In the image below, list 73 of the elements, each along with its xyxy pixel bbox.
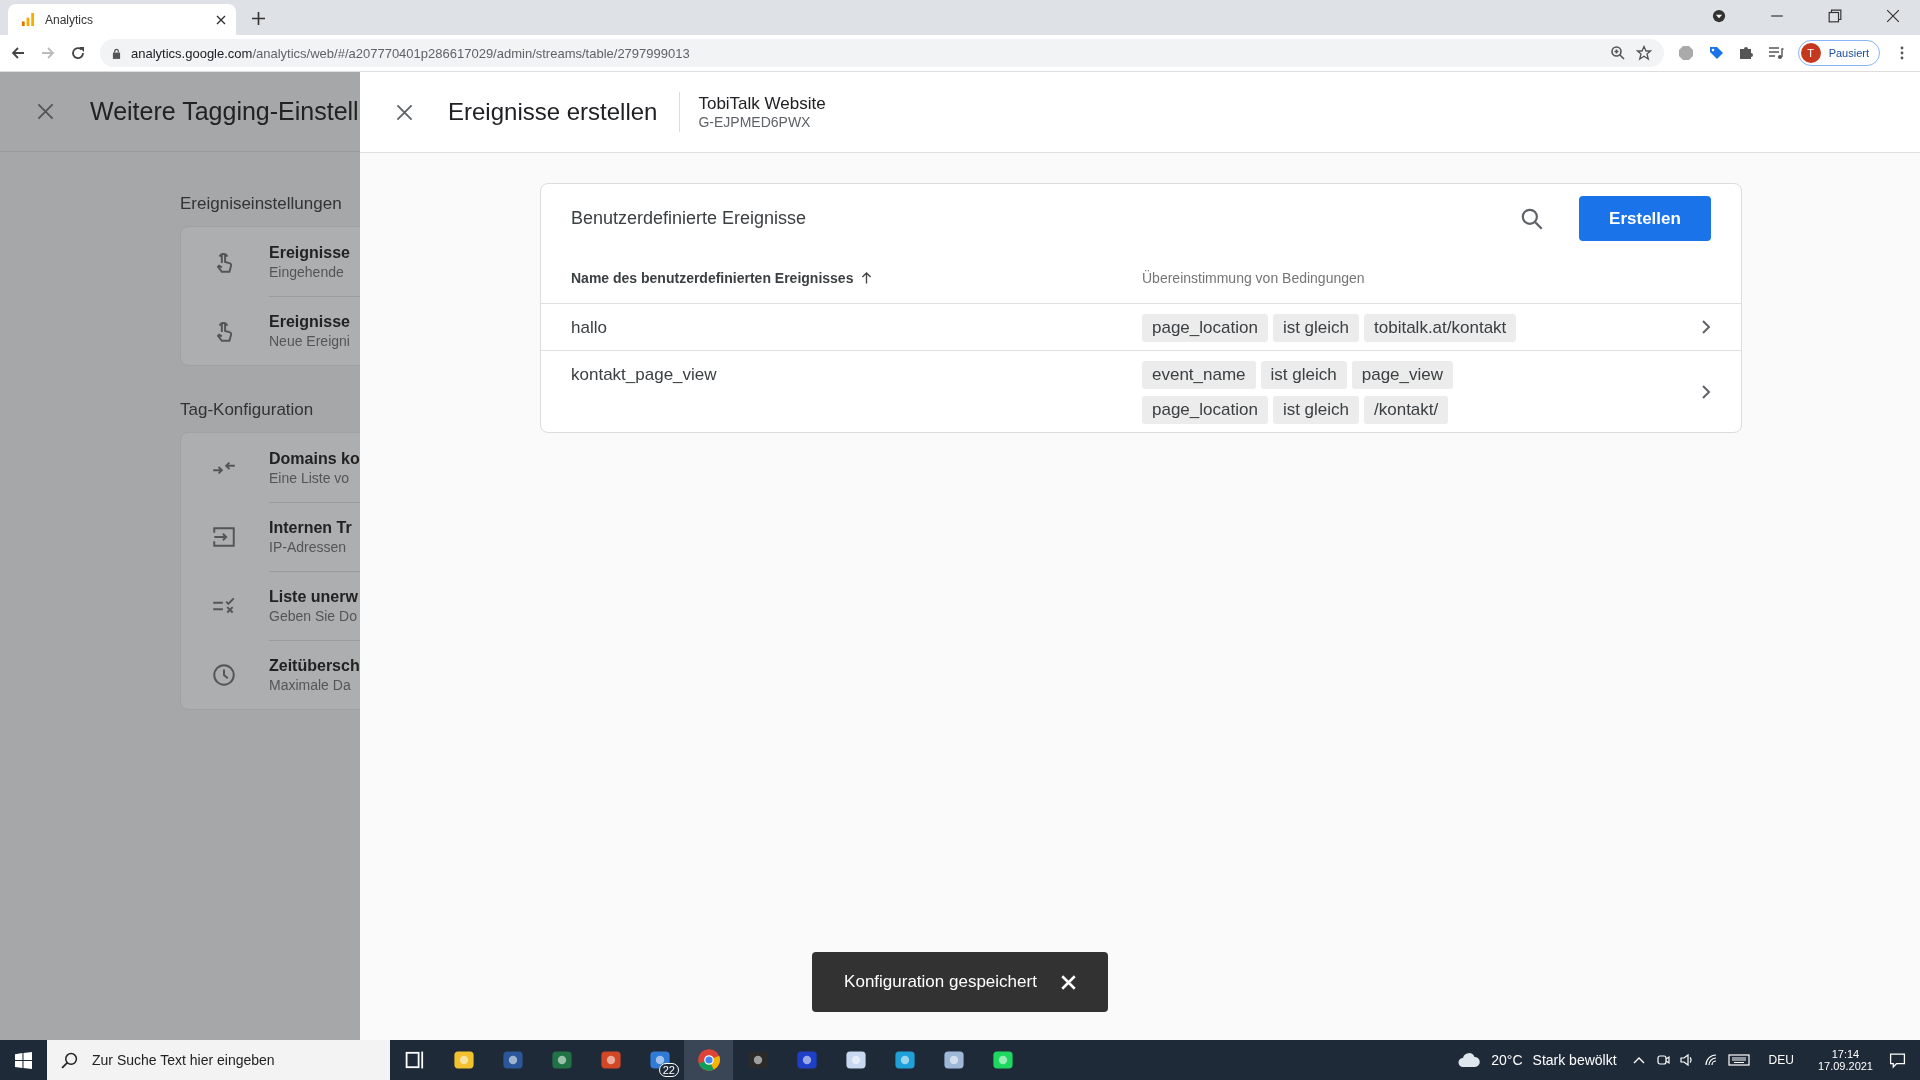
notification-icon[interactable]	[1889, 1051, 1906, 1069]
speaker-icon[interactable]	[1679, 1053, 1694, 1067]
close-icon[interactable]	[216, 14, 226, 25]
create-button[interactable]: Erstellen	[1579, 196, 1711, 241]
clock-date[interactable]: 17.09.2021	[1817, 1060, 1873, 1072]
weather-text: Stark bewölkt	[1532, 1052, 1617, 1068]
condition-chip: page_location	[1142, 396, 1268, 424]
item-title[interactable]: Domains ko	[269, 449, 360, 468]
column-header[interactable]: Name des benutzerdefinierten Ereignisses	[571, 270, 854, 286]
address-field[interactable]: analytics.google.com/analytics/web/#/a207770401p286617029/admin/streams/table/2797999013	[100, 39, 1664, 67]
browser-tab[interactable]: Analytics	[8, 4, 236, 35]
item-description: Eine Liste vo	[269, 469, 351, 486]
condition-chip: page_location	[1142, 314, 1268, 342]
item-description: IP-Adressen	[269, 539, 348, 555]
event-name: hallo	[571, 318, 607, 337]
zoom-icon[interactable]	[1609, 45, 1626, 61]
avatar: T	[1800, 43, 1821, 63]
item-description: Neue Ereigni	[269, 333, 351, 349]
sheet-title: Ereignisse erstellen	[448, 92, 681, 132]
column-header[interactable]: Übereinstimmung von Bedingungen	[1142, 270, 1365, 286]
condition-chip: ist gleich	[1272, 314, 1359, 342]
back-icon[interactable]	[10, 45, 26, 61]
card-title: Benutzerdefinierte Ereignisse	[571, 208, 808, 229]
camera-icon[interactable]	[1655, 1053, 1670, 1067]
arrow-up-icon[interactable]	[861, 271, 873, 285]
wifi-icon[interactable]	[1703, 1053, 1718, 1067]
item-title[interactable]: Internen Tr	[269, 519, 360, 537]
search-icon	[61, 1051, 78, 1069]
condition-chip: event_name	[1142, 361, 1256, 389]
section-title: Ereigniseinstellungen	[180, 194, 343, 214]
language-indicator[interactable]: DEU	[1768, 1053, 1794, 1067]
property-name: TobiTalk Website	[698, 94, 826, 114]
playlist-icon[interactable]	[1767, 45, 1784, 61]
item-title[interactable]: Liste unerw	[269, 588, 360, 606]
dropdown-icon[interactable]	[1712, 9, 1726, 23]
item-description: Maximale Da	[269, 677, 352, 693]
item-title[interactable]: Ereignisse	[269, 243, 360, 262]
tag-icon[interactable]	[1707, 45, 1724, 61]
star-icon[interactable]	[1635, 45, 1652, 61]
close-icon[interactable]	[1886, 9, 1900, 23]
snackbar-message: Konfiguration gespeichert	[844, 972, 1037, 992]
event-name: kontakt_page_view	[571, 365, 717, 384]
condition-chip: ist gleich	[1260, 361, 1347, 389]
close-icon[interactable]	[396, 103, 413, 121]
taskbar-app[interactable]: 22	[635, 1040, 684, 1080]
chevron-right-icon[interactable]	[1701, 383, 1711, 400]
new-tab-icon[interactable]	[252, 12, 265, 25]
condition-chip: tobitalk.at/kontakt	[1364, 314, 1517, 342]
count-badge: 22	[658, 1063, 679, 1077]
condition-chip: /kontakt/	[1364, 396, 1449, 424]
chevron-right-icon[interactable]	[1701, 319, 1711, 335]
condition-chip: page_view	[1351, 361, 1453, 389]
search-field[interactable]: Zur Suche Text hier eingeben	[47, 1040, 390, 1080]
reload-icon[interactable]	[70, 45, 86, 61]
clock-time[interactable]: 17:14	[1831, 1048, 1860, 1060]
bar-chart-icon	[20, 12, 35, 27]
item-title[interactable]: Ereignisse	[269, 313, 360, 331]
keyboard-icon[interactable]	[1727, 1053, 1750, 1067]
restore-icon[interactable]	[1828, 9, 1842, 23]
section-title: Tag-Konfiguration	[180, 400, 315, 420]
puzzle-icon[interactable]	[1737, 45, 1754, 61]
browser-icon	[696, 1048, 721, 1072]
panel-title: Weitere Tagging-Einstell	[90, 97, 359, 126]
cloud-icon	[1457, 1052, 1482, 1068]
lock-icon	[112, 47, 121, 59]
item-description: Eingehende	[269, 263, 345, 280]
item-description: Geben Sie Do	[269, 608, 358, 624]
property-id: G-EJPMED6PWX	[698, 114, 812, 130]
temperature: 20°C	[1491, 1052, 1523, 1068]
clock-icon	[211, 661, 237, 688]
item-title[interactable]: Zeitübersch	[269, 657, 360, 675]
windows-icon[interactable]	[15, 1051, 32, 1069]
condition-chip: ist gleich	[1272, 396, 1359, 424]
